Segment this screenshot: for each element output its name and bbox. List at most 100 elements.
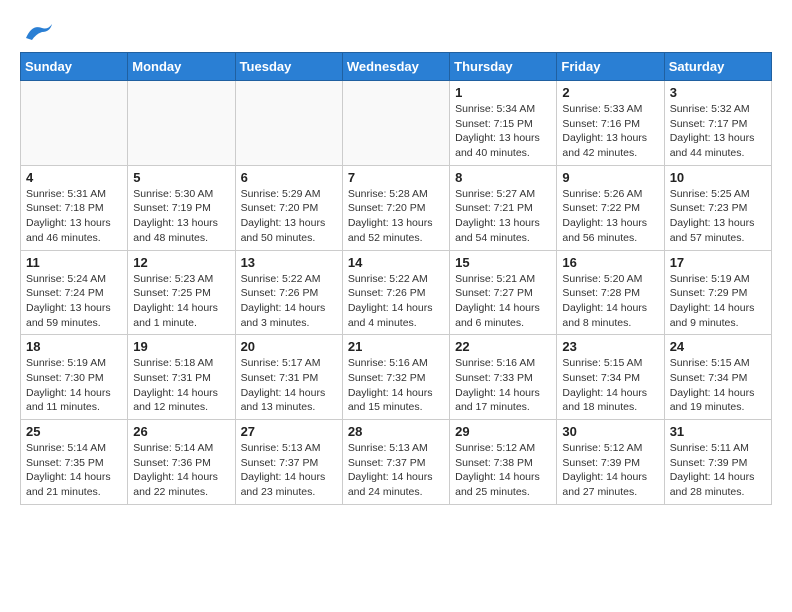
- day-number: 15: [455, 255, 551, 270]
- calendar-day-cell: 30Sunrise: 5:12 AM Sunset: 7:39 PM Dayli…: [557, 420, 664, 505]
- day-info: Sunrise: 5:19 AM Sunset: 7:30 PM Dayligh…: [26, 356, 122, 415]
- calendar-day-cell: 20 Sunrise: 5:17 AM Sunset: 7:31 PM Dayli…: [235, 335, 342, 420]
- day-number: 21: [348, 339, 444, 354]
- day-number: 20: [241, 339, 337, 354]
- calendar-day-cell: 1 Sunrise: 5:34 AM Sunset: 7:15 PM Daylig…: [450, 81, 557, 166]
- calendar-day-cell: 17Sunrise: 5:19 AM Sunset: 7:29 PM Dayli…: [664, 250, 771, 335]
- day-number: 18: [26, 339, 122, 354]
- day-info: Sunrise: 5:13 AM Sunset: 7:37 PM Dayligh…: [348, 441, 444, 500]
- calendar-day-cell: 22Sunrise: 5:16 AM Sunset: 7:33 PM Dayli…: [450, 335, 557, 420]
- day-info: Sunrise: 5:14 AM Sunset: 7:35 PM Dayligh…: [26, 441, 122, 500]
- calendar-day-cell: 3 Sunrise: 5:32 AM Sunset: 7:17 PM Daylig…: [664, 81, 771, 166]
- day-info: Sunrise: 5:19 AM Sunset: 7:29 PM Dayligh…: [670, 272, 766, 331]
- day-info: Sunrise: 5:21 AM Sunset: 7:27 PM Dayligh…: [455, 272, 551, 331]
- day-info: Sunrise: 5:33 AM Sunset: 7:16 PM Dayligh…: [562, 102, 658, 161]
- calendar-table: SundayMondayTuesdayWednesdayThursdayFrid…: [20, 52, 772, 505]
- day-number: 29: [455, 424, 551, 439]
- day-info: Sunrise: 5:14 AM Sunset: 7:36 PM Dayligh…: [133, 441, 229, 500]
- day-info: Sunrise: 5:15 AM Sunset: 7:34 PM Dayligh…: [670, 356, 766, 415]
- day-of-week-header: Friday: [557, 53, 664, 81]
- day-of-week-header: Sunday: [21, 53, 128, 81]
- day-info: Sunrise: 5:24 AM Sunset: 7:24 PM Dayligh…: [26, 272, 122, 331]
- page-header: [20, 20, 772, 42]
- day-info: Sunrise: 5:16 AM Sunset: 7:32 PM Dayligh…: [348, 356, 444, 415]
- day-number: 7: [348, 170, 444, 185]
- day-info: Sunrise: 5:25 AM Sunset: 7:23 PM Dayligh…: [670, 187, 766, 246]
- calendar-day-cell: 5 Sunrise: 5:30 AM Sunset: 7:19 PM Daylig…: [128, 165, 235, 250]
- day-number: 14: [348, 255, 444, 270]
- day-info: Sunrise: 5:30 AM Sunset: 7:19 PM Dayligh…: [133, 187, 229, 246]
- calendar-week-row: 25 Sunrise: 5:14 AM Sunset: 7:35 PM Dayli…: [21, 420, 772, 505]
- day-number: 8: [455, 170, 551, 185]
- day-of-week-header: Thursday: [450, 53, 557, 81]
- calendar-week-row: 11 Sunrise: 5:24 AM Sunset: 7:24 PM Dayli…: [21, 250, 772, 335]
- calendar-day-cell: 9 Sunrise: 5:26 AM Sunset: 7:22 PM Daylig…: [557, 165, 664, 250]
- calendar-day-cell: [128, 81, 235, 166]
- calendar-day-cell: 29Sunrise: 5:12 AM Sunset: 7:38 PM Dayli…: [450, 420, 557, 505]
- day-number: 19: [133, 339, 229, 354]
- calendar-day-cell: [235, 81, 342, 166]
- day-info: Sunrise: 5:29 AM Sunset: 7:20 PM Dayligh…: [241, 187, 337, 246]
- day-number: 5: [133, 170, 229, 185]
- calendar-week-row: 4 Sunrise: 5:31 AM Sunset: 7:18 PM Daylig…: [21, 165, 772, 250]
- calendar-day-cell: 21 Sunrise: 5:16 AM Sunset: 7:32 PM Dayli…: [342, 335, 449, 420]
- calendar-day-cell: 7 Sunrise: 5:28 AM Sunset: 7:20 PM Daylig…: [342, 165, 449, 250]
- day-number: 10: [670, 170, 766, 185]
- calendar-day-cell: 14 Sunrise: 5:22 AM Sunset: 7:26 PM Dayli…: [342, 250, 449, 335]
- day-of-week-header: Saturday: [664, 53, 771, 81]
- day-info: Sunrise: 5:23 AM Sunset: 7:25 PM Dayligh…: [133, 272, 229, 331]
- day-number: 23: [562, 339, 658, 354]
- day-number: 25: [26, 424, 122, 439]
- calendar-header-row: SundayMondayTuesdayWednesdayThursdayFrid…: [21, 53, 772, 81]
- day-number: 13: [241, 255, 337, 270]
- calendar-day-cell: 31Sunrise: 5:11 AM Sunset: 7:39 PM Dayli…: [664, 420, 771, 505]
- logo-bird-icon: [22, 20, 54, 42]
- day-info: Sunrise: 5:22 AM Sunset: 7:26 PM Dayligh…: [241, 272, 337, 331]
- day-number: 26: [133, 424, 229, 439]
- day-number: 4: [26, 170, 122, 185]
- calendar-day-cell: 19 Sunrise: 5:18 AM Sunset: 7:31 PM Dayli…: [128, 335, 235, 420]
- day-info: Sunrise: 5:27 AM Sunset: 7:21 PM Dayligh…: [455, 187, 551, 246]
- day-info: Sunrise: 5:26 AM Sunset: 7:22 PM Dayligh…: [562, 187, 658, 246]
- day-of-week-header: Monday: [128, 53, 235, 81]
- day-number: 3: [670, 85, 766, 100]
- calendar-day-cell: 15 Sunrise: 5:21 AM Sunset: 7:27 PM Dayli…: [450, 250, 557, 335]
- day-of-week-header: Tuesday: [235, 53, 342, 81]
- calendar-day-cell: 16Sunrise: 5:20 AM Sunset: 7:28 PM Dayli…: [557, 250, 664, 335]
- day-info: Sunrise: 5:22 AM Sunset: 7:26 PM Dayligh…: [348, 272, 444, 331]
- day-number: 30: [562, 424, 658, 439]
- day-number: 16: [562, 255, 658, 270]
- day-info: Sunrise: 5:17 AM Sunset: 7:31 PM Dayligh…: [241, 356, 337, 415]
- calendar-week-row: 18 Sunrise: 5:19 AM Sunset: 7:30 PM Dayli…: [21, 335, 772, 420]
- calendar-day-cell: 10 Sunrise: 5:25 AM Sunset: 7:23 PM Dayli…: [664, 165, 771, 250]
- calendar-day-cell: 2 Sunrise: 5:33 AM Sunset: 7:16 PM Daylig…: [557, 81, 664, 166]
- day-number: 12: [133, 255, 229, 270]
- day-info: Sunrise: 5:15 AM Sunset: 7:34 PM Dayligh…: [562, 356, 658, 415]
- day-info: Sunrise: 5:31 AM Sunset: 7:18 PM Dayligh…: [26, 187, 122, 246]
- day-number: 28: [348, 424, 444, 439]
- day-number: 1: [455, 85, 551, 100]
- day-info: Sunrise: 5:34 AM Sunset: 7:15 PM Dayligh…: [455, 102, 551, 161]
- day-number: 2: [562, 85, 658, 100]
- day-of-week-header: Wednesday: [342, 53, 449, 81]
- day-info: Sunrise: 5:18 AM Sunset: 7:31 PM Dayligh…: [133, 356, 229, 415]
- day-info: Sunrise: 5:32 AM Sunset: 7:17 PM Dayligh…: [670, 102, 766, 161]
- calendar-day-cell: 18 Sunrise: 5:19 AM Sunset: 7:30 PM Dayli…: [21, 335, 128, 420]
- day-number: 6: [241, 170, 337, 185]
- calendar-day-cell: 8 Sunrise: 5:27 AM Sunset: 7:21 PM Daylig…: [450, 165, 557, 250]
- calendar-day-cell: 12 Sunrise: 5:23 AM Sunset: 7:25 PM Dayli…: [128, 250, 235, 335]
- calendar-day-cell: 13 Sunrise: 5:22 AM Sunset: 7:26 PM Dayli…: [235, 250, 342, 335]
- calendar-day-cell: 11 Sunrise: 5:24 AM Sunset: 7:24 PM Dayli…: [21, 250, 128, 335]
- calendar-day-cell: 23 Sunrise: 5:15 AM Sunset: 7:34 PM Dayli…: [557, 335, 664, 420]
- day-info: Sunrise: 5:13 AM Sunset: 7:37 PM Dayligh…: [241, 441, 337, 500]
- day-info: Sunrise: 5:28 AM Sunset: 7:20 PM Dayligh…: [348, 187, 444, 246]
- calendar-day-cell: 26 Sunrise: 5:14 AM Sunset: 7:36 PM Dayli…: [128, 420, 235, 505]
- day-number: 11: [26, 255, 122, 270]
- calendar-day-cell: 4 Sunrise: 5:31 AM Sunset: 7:18 PM Daylig…: [21, 165, 128, 250]
- day-number: 27: [241, 424, 337, 439]
- day-number: 9: [562, 170, 658, 185]
- calendar-day-cell: [342, 81, 449, 166]
- day-number: 22: [455, 339, 551, 354]
- calendar-day-cell: [21, 81, 128, 166]
- logo: [20, 20, 54, 42]
